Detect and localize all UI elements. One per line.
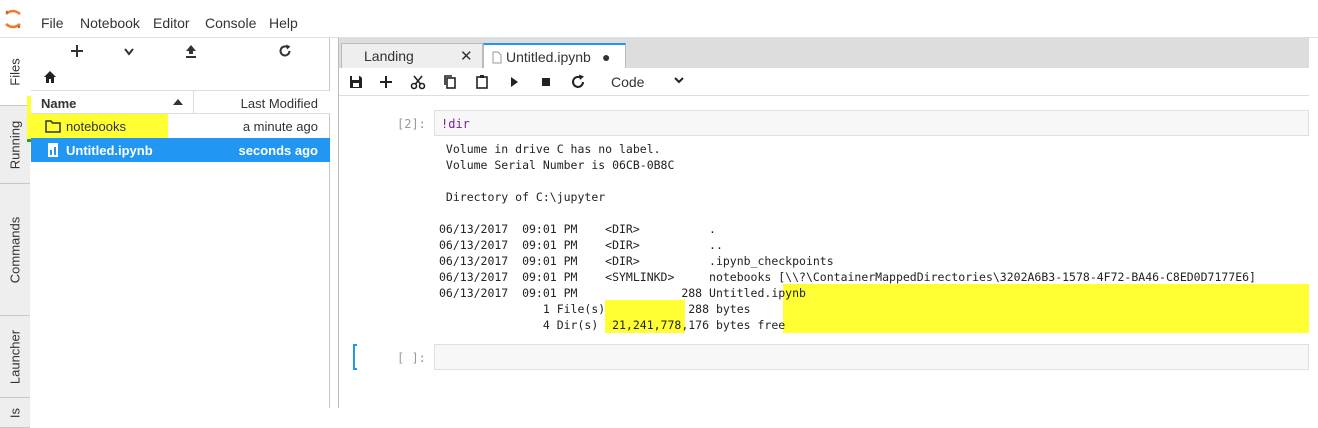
file-row-notebooks[interactable]: notebooks a minute ago: [31, 114, 330, 138]
cut-icon[interactable]: [409, 73, 427, 91]
notebook-icon: [48, 143, 58, 157]
restart-icon[interactable]: [569, 73, 587, 91]
output-line: Volume in drive C has no label.: [439, 142, 661, 156]
output-line: 06/13/2017 09:01 PM <DIR> .ipynb_checkpo…: [439, 254, 834, 268]
cell-code: !dir: [441, 117, 470, 131]
code-cell-input[interactable]: [434, 344, 1309, 370]
column-divider: [193, 91, 194, 113]
close-icon[interactable]: ✕: [460, 47, 473, 65]
side-tab-running-label: Running: [7, 120, 23, 169]
side-tab-files-label: Files: [7, 57, 23, 86]
column-last-modified[interactable]: Last Modified: [241, 96, 318, 111]
side-tab-launcher[interactable]: Launcher: [0, 316, 30, 398]
upload-icon[interactable]: [181, 44, 201, 58]
chevron-down-icon[interactable]: [673, 74, 685, 86]
output-highlight: [783, 284, 1309, 333]
file-name: notebooks: [66, 119, 126, 134]
file-name: Untitled.ipynb: [66, 143, 153, 158]
notebook-toolbar: Code: [339, 68, 1309, 96]
side-tab-running[interactable]: Running: [0, 106, 30, 184]
output-line: 06/13/2017 09:01 PM 288 Untitled.ipynb: [439, 286, 806, 300]
file-list-header: Name Last Modified: [31, 90, 330, 114]
cell-type-select[interactable]: Code: [611, 74, 644, 90]
unsaved-dot-icon[interactable]: ●: [602, 49, 610, 65]
folder-icon: [45, 120, 61, 133]
tab-untitled-ipynb[interactable]: Untitled.ipynb ●: [483, 43, 626, 69]
notebook-panel: Landing ✕ Untitled.ipynb ● Code [2]: !di…: [338, 38, 1318, 408]
tab-landing[interactable]: Landing ✕: [341, 43, 483, 68]
column-name[interactable]: Name: [41, 96, 76, 111]
file-icon: [492, 51, 502, 64]
output-line: 06/13/2017 09:01 PM <SYMLINKD> notebooks…: [439, 270, 1256, 284]
jupyter-logo-icon: [5, 9, 21, 29]
file-row-untitled-ipynb[interactable]: Untitled.ipynb seconds ago: [31, 138, 330, 162]
cell-prompt: [ ]:: [397, 351, 426, 365]
plus-icon[interactable]: [67, 44, 87, 58]
output-line: 4 Dir(s) 21,241,778,176 bytes free: [439, 318, 786, 332]
tab-label: Untitled.ipynb: [506, 49, 591, 65]
tab-label: Landing: [364, 48, 414, 64]
save-icon[interactable]: [347, 73, 365, 91]
output-line: 1 File(s) 288 bytes: [439, 302, 751, 316]
side-tab-files[interactable]: Files: [0, 38, 30, 106]
side-tab-strip: Files Running Commands Launcher Is: [0, 38, 30, 428]
file-modified: seconds ago: [238, 143, 318, 158]
output-line: Volume Serial Number is 06CB-0B8C: [439, 158, 675, 172]
active-cell-indicator: [353, 344, 357, 370]
copy-icon[interactable]: [441, 73, 459, 91]
code-cell-input[interactable]: !dir: [434, 110, 1309, 136]
home-icon[interactable]: [43, 70, 57, 84]
sort-ascending-icon: [173, 99, 183, 105]
side-tab-launcher-label: Launcher: [7, 329, 23, 384]
refresh-icon[interactable]: [275, 44, 295, 58]
menu-bar: File Notebook Editor Console Help: [0, 0, 1318, 38]
chevron-down-icon[interactable]: [119, 47, 139, 57]
document-tab-bar: Landing ✕ Untitled.ipynb ●: [339, 38, 1309, 69]
file-browser: Name Last Modified notebooks a minute ag…: [27, 38, 330, 408]
menu-console[interactable]: Console: [205, 15, 256, 31]
file-modified: a minute ago: [242, 119, 318, 134]
menu-notebook[interactable]: Notebook: [80, 15, 140, 31]
side-tab-tools[interactable]: Is: [0, 398, 30, 428]
menu-editor[interactable]: Editor: [153, 15, 190, 31]
stop-icon[interactable]: [537, 73, 555, 91]
side-tab-tools-label: Is: [7, 407, 23, 418]
output-line: Directory of C:\jupyter: [439, 190, 606, 204]
output-line: 06/13/2017 09:01 PM <DIR> .: [439, 222, 716, 236]
menu-help[interactable]: Help: [269, 15, 298, 31]
run-icon[interactable]: [505, 73, 523, 91]
side-tab-commands[interactable]: Commands: [0, 184, 30, 316]
add-cell-icon[interactable]: [377, 73, 395, 91]
paste-icon[interactable]: [473, 73, 491, 91]
output-line: 06/13/2017 09:01 PM <DIR> ..: [439, 238, 723, 252]
side-tab-commands-label: Commands: [7, 216, 23, 283]
menu-file[interactable]: File: [41, 15, 64, 31]
cell-prompt: [2]:: [397, 117, 426, 131]
